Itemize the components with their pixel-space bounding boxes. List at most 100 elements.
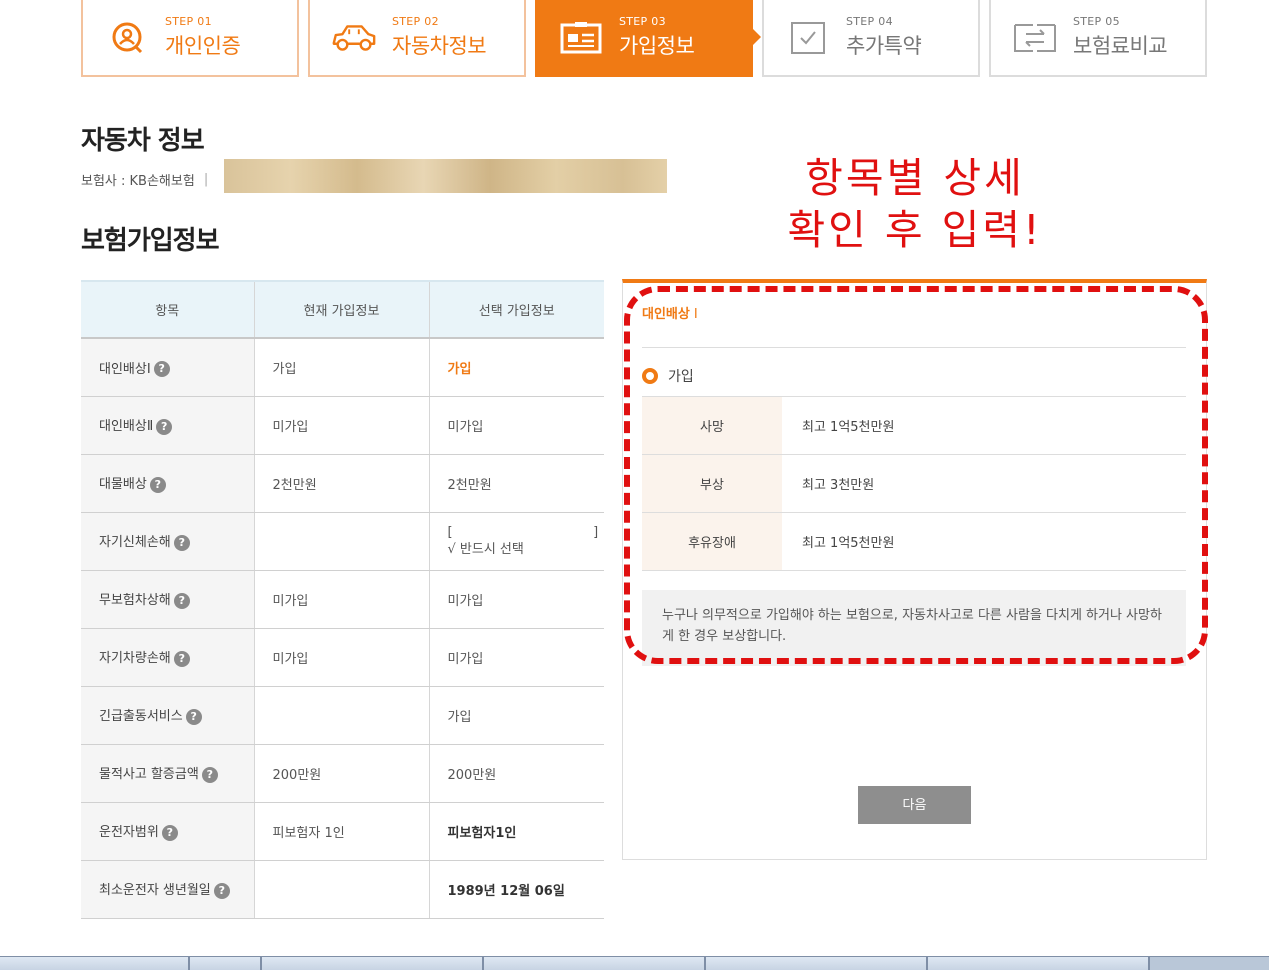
help-icon[interactable]: ? [185,708,202,725]
selected-cell[interactable]: 미가입 [429,628,604,687]
selected-cell[interactable]: [ ] √ 반드시 선택 [429,512,604,571]
car-icon [330,18,378,58]
current-cell: 2천만원 [254,454,430,513]
coverage-value: 최고 1억5천만원 [782,512,1186,571]
table-row[interactable]: 물적사고 할증금액? 200만원 200만원 [81,744,604,803]
help-icon[interactable]: ? [201,766,218,783]
item-label: 최소운전자 생년월일 [99,883,211,899]
coverage-label: 부상 [642,454,782,513]
selected-cell[interactable]: 1989년 12월 06일 [429,860,604,919]
subscription-title: 보험가입정보 [81,226,220,256]
taskbar-item[interactable] [706,957,928,970]
table-row: 사망 최고 1억5천만원 [642,396,1186,455]
item-cell: 대인배상Ⅱ? [81,396,255,455]
panel-title-text: 대인배상 [642,307,690,322]
help-icon[interactable]: ? [173,592,190,609]
step-3[interactable]: STEP 03 가입정보 [535,0,761,77]
item-cell: 최소운전자 생년월일? [81,860,255,919]
selected-cell[interactable]: 200만원 [429,744,604,803]
selection-placeholder: [ ] [447,525,599,540]
required-note: √ 반드시 선택 [447,542,524,557]
item-cell: 자기차량손해? [81,628,255,687]
help-icon[interactable]: ? [161,824,178,841]
item-label: 자기신체손해 [99,535,171,551]
table-row: 부상 최고 3천만원 [642,454,1186,513]
help-icon[interactable]: ? [173,650,190,667]
taskbar-item[interactable] [928,957,1150,970]
help-icon[interactable]: ? [156,418,173,435]
current-cell: 200만원 [254,744,430,803]
selected-cell[interactable]: 피보험자1인 [429,802,604,861]
insurer-info: 보험사 : KB손해보험 | [81,170,217,189]
help-icon[interactable]: ? [149,476,166,493]
table-row[interactable]: 자기신체손해? [ ] √ 반드시 선택 [81,512,604,571]
item-cell: 자기신체손해? [81,512,255,571]
coverage-option[interactable]: 가입 [642,347,1186,386]
selected-cell[interactable]: 2천만원 [429,454,604,513]
item-label: 대인배상Ⅰ [99,361,151,377]
item-cell: 물적사고 할증금액? [81,744,255,803]
item-label: 자기차량손해 [99,651,171,667]
column-header: 항목 [81,280,255,339]
redacted-car-details [224,159,667,193]
selected-cell[interactable]: 미가입 [429,570,604,629]
item-cell: 긴급출동서비스? [81,686,255,745]
help-icon[interactable]: ? [213,882,230,899]
step-number: STEP 05 [1073,15,1120,28]
coverage-value: 최고 3천만원 [782,454,1186,513]
item-label: 무보험차상해 [99,593,171,609]
page: STEP 01 개인인증 STEP 02 자동차정보 STEP 03 가입정보 [0,0,1269,970]
step-label: 보험료비교 [1073,34,1168,58]
checkbox-icon [784,18,832,58]
current-cell: 가입 [254,338,430,397]
current-cell [254,860,430,919]
taskbar-item[interactable] [484,957,706,970]
coverage-label: 사망 [642,396,782,455]
step-label: 자동차정보 [392,34,487,58]
coverage-detail-table: 사망 최고 1억5천만원 부상 최고 3천만원 후유장애 최고 1억5천만원 [642,396,1186,571]
separator: | [203,172,209,187]
table-row[interactable]: 자기차량손해? 미가입 미가입 [81,628,604,687]
table-row[interactable]: 대인배상Ⅱ? 미가입 미가입 [81,396,604,455]
step-4[interactable]: STEP 04 추가특약 [762,0,980,77]
id-card-icon [557,18,605,58]
item-cell: 무보험차상해? [81,570,255,629]
radio-selected-icon[interactable] [642,368,658,384]
step-1[interactable]: STEP 01 개인인증 [81,0,299,77]
option-label: 가입 [668,369,694,385]
step-label: 개인인증 [165,34,241,58]
step-number: STEP 02 [392,15,439,28]
table-row[interactable]: 대인배상Ⅰ? 가입 가입 [81,338,604,397]
step-5[interactable]: STEP 05 보험료비교 [989,0,1207,77]
red-annotation: 항목별 상세 확인 후 입력! [770,152,1060,256]
step-number: STEP 01 [165,15,212,28]
item-label: 긴급출동서비스 [99,709,183,725]
step-label: 가입정보 [619,34,695,58]
table-row[interactable]: 최소운전자 생년월일? 1989년 12월 06일 [81,860,604,919]
taskbar-item[interactable] [0,957,190,970]
step-2[interactable]: STEP 02 자동차정보 [308,0,526,77]
car-info-title: 자동차 정보 [81,126,205,156]
table-row[interactable]: 대물배상? 2천만원 2천만원 [81,454,604,513]
help-icon[interactable]: ? [173,534,190,551]
table-row[interactable]: 무보험차상해? 미가입 미가입 [81,570,604,629]
table-row[interactable]: 긴급출동서비스? 가입 [81,686,604,745]
taskbar-item[interactable] [262,957,484,970]
person-search-icon [103,18,151,58]
item-label: 대물배상 [99,477,147,493]
insurer-label: 보험사 : KB손해보험 [81,174,195,189]
detail-panel: 대인배상 I 가입 사망 최고 1억5천만원 부상 최고 3천만원 후유장애 최고… [622,279,1207,860]
column-header: 선택 가입정보 [429,280,604,339]
item-cell: 대인배상Ⅰ? [81,338,255,397]
selected-cell[interactable]: 가입 [429,686,604,745]
table-row[interactable]: 운전자범위? 피보험자 1인 피보험자1인 [81,802,604,861]
step-number: STEP 03 [619,15,666,28]
selected-cell[interactable]: 가입 [429,338,604,397]
annotation-line-2: 확인 후 입력! [787,206,1043,254]
help-icon[interactable]: ? [153,361,170,377]
table-row: 후유장애 최고 1억5천만원 [642,512,1186,571]
taskbar-item[interactable] [190,957,262,970]
panel-title-suffix: I [693,307,698,322]
next-button[interactable]: 다음 [858,786,971,824]
selected-cell[interactable]: 미가입 [429,396,604,455]
